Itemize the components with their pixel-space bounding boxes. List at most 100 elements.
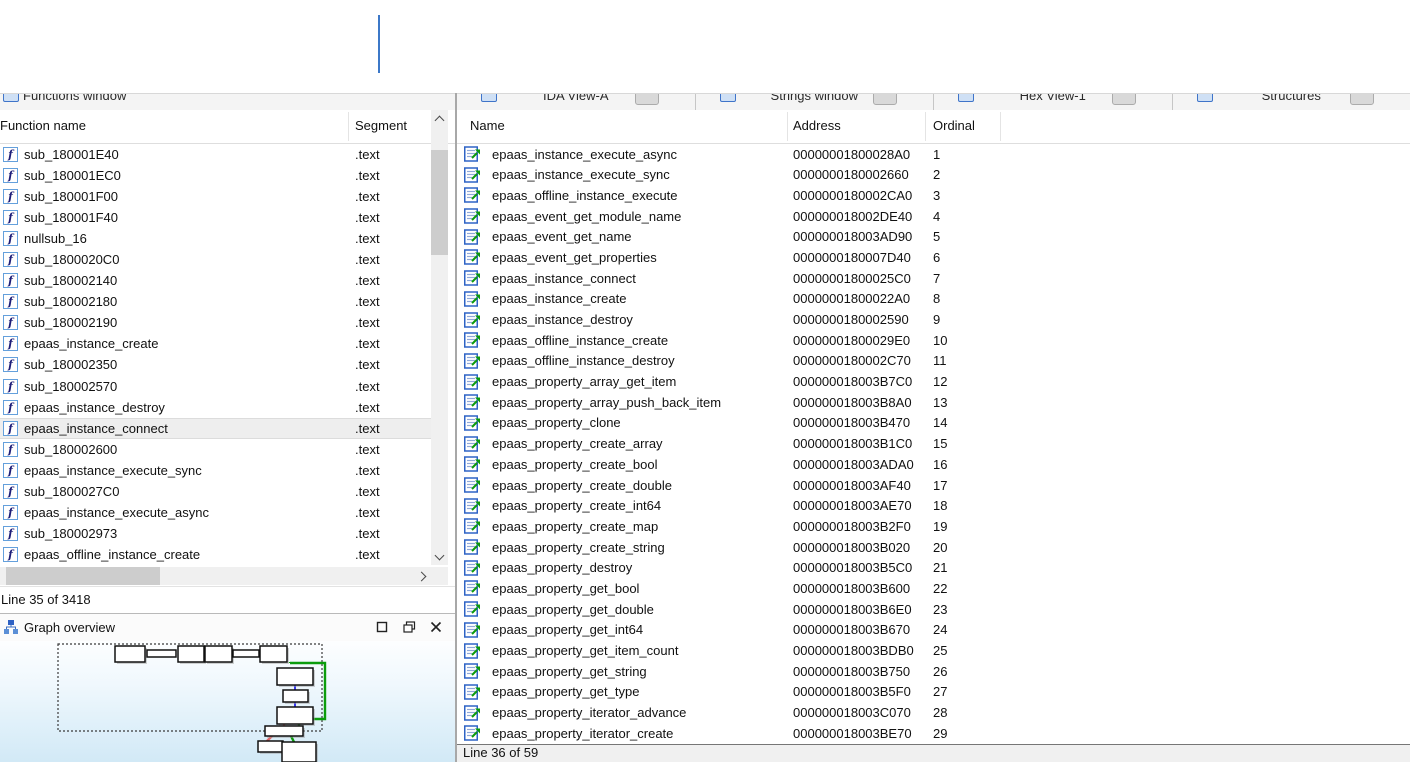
graph-overview-titlebar[interactable]: Graph overview (0, 613, 455, 641)
export-row[interactable]: epaas_property_iterator_advance 00000001… (457, 703, 1410, 724)
scroll-right-button[interactable] (414, 567, 431, 585)
vertical-scroll-thumb[interactable] (431, 150, 448, 255)
export-row[interactable]: epaas_property_get_item_count 0000000180… (457, 641, 1410, 662)
function-row[interactable]: f sub_180001F40 .text (0, 207, 431, 228)
function-row[interactable]: f epaas_instance_create .text (0, 333, 431, 354)
export-address: 0000000180007D40 (793, 250, 911, 265)
export-row[interactable]: epaas_property_create_int64 000000018003… (457, 496, 1410, 517)
function-row[interactable]: f sub_180001F00 .text (0, 186, 431, 207)
function-row[interactable]: f sub_1800027C0 .text (0, 481, 431, 502)
export-address: 000000018003B750 (793, 664, 910, 679)
functions-panel: Function name Segment f sub_180001E40 .t… (0, 110, 455, 586)
export-name: epaas_property_get_type (492, 684, 639, 699)
export-row[interactable]: epaas_property_create_string 00000001800… (457, 537, 1410, 558)
column-separator[interactable] (787, 112, 788, 141)
horizontal-scroll-thumb[interactable] (6, 567, 160, 585)
export-row[interactable]: epaas_property_create_map 000000018003B2… (457, 516, 1410, 537)
view-caption[interactable]: Structures (1173, 94, 1410, 110)
functions-horizontal-scrollbar[interactable] (0, 567, 431, 585)
export-ordinal: 23 (933, 602, 947, 617)
function-row[interactable]: f sub_180002973 .text (0, 523, 431, 544)
scroll-down-button[interactable] (431, 548, 448, 565)
export-row[interactable]: epaas_property_destroy 000000018003B5C0 … (457, 558, 1410, 579)
export-row[interactable]: epaas_property_array_push_back_item 0000… (457, 392, 1410, 413)
function-row[interactable]: f epaas_instance_execute_sync .text (0, 460, 431, 481)
function-row[interactable]: f sub_180002190 .text (0, 312, 431, 333)
column-header-ordinal[interactable]: Ordinal (933, 118, 975, 133)
function-row[interactable]: f epaas_instance_connect .text (0, 418, 431, 439)
export-icon (464, 498, 481, 514)
caption-menu-button[interactable] (635, 94, 659, 105)
export-ordinal: 27 (933, 684, 947, 699)
function-row[interactable]: f epaas_offline_instance_create .text (0, 544, 431, 565)
caption-label: Strings window (771, 94, 858, 103)
restore-float-button[interactable] (401, 619, 417, 635)
functions-vertical-scrollbar[interactable] (431, 110, 448, 565)
export-row[interactable]: epaas_property_get_string 000000018003B7… (457, 661, 1410, 682)
function-row[interactable]: f epaas_instance_execute_async .text (0, 502, 431, 523)
export-row[interactable]: epaas_event_get_module_name 000000018002… (457, 206, 1410, 227)
export-row[interactable]: epaas_instance_create 00000001800022A0 8 (457, 289, 1410, 310)
export-row[interactable]: epaas_property_get_type 000000018003B5F0… (457, 682, 1410, 703)
view-caption[interactable]: Hex View-1 (934, 94, 1173, 110)
export-row[interactable]: epaas_offline_instance_execute 000000018… (457, 185, 1410, 206)
column-separator[interactable] (348, 112, 349, 141)
maximize-button[interactable] (374, 619, 390, 635)
export-row[interactable]: epaas_instance_connect 00000001800025C0 … (457, 268, 1410, 289)
export-row[interactable]: epaas_instance_execute_sync 000000018000… (457, 165, 1410, 186)
function-row[interactable]: f epaas_instance_destroy .text (0, 397, 431, 418)
export-row[interactable]: epaas_property_get_int64 000000018003B67… (457, 620, 1410, 641)
function-row[interactable]: f sub_180002140 .text (0, 270, 431, 291)
export-row[interactable]: epaas_property_array_get_item 0000000180… (457, 372, 1410, 393)
function-name: epaas_instance_connect (24, 421, 168, 436)
export-row[interactable]: epaas_offline_instance_create 0000000180… (457, 330, 1410, 351)
function-name: sub_180002570 (24, 379, 117, 394)
caption-menu-button[interactable] (873, 94, 897, 105)
scrollbar-corner (431, 567, 448, 585)
column-separator[interactable] (1000, 112, 1001, 141)
caption-menu-button[interactable] (1350, 94, 1374, 105)
column-separator[interactable] (925, 112, 926, 141)
function-segment: .text (355, 336, 380, 351)
function-row[interactable]: f sub_180002570 .text (0, 376, 431, 397)
close-icon[interactable] (428, 619, 444, 635)
export-row[interactable]: epaas_property_get_bool 000000018003B600… (457, 578, 1410, 599)
function-segment: .text (355, 442, 380, 457)
export-row[interactable]: epaas_event_get_name 000000018003AD90 5 (457, 227, 1410, 248)
export-row[interactable]: epaas_property_create_bool 000000018003A… (457, 454, 1410, 475)
export-row[interactable]: epaas_instance_destroy 0000000180002590 … (457, 310, 1410, 331)
function-row[interactable]: f sub_180001E40 .text (0, 144, 431, 165)
view-caption[interactable]: IDA View-A (457, 94, 696, 110)
view-caption[interactable]: Strings window (696, 94, 935, 110)
export-name: epaas_event_get_module_name (492, 209, 681, 224)
window-icon (481, 94, 497, 102)
column-header-function-name[interactable]: Function name (0, 118, 86, 133)
function-row[interactable]: f sub_1800020C0 .text (0, 249, 431, 270)
export-row[interactable]: epaas_event_get_properties 0000000180007… (457, 247, 1410, 268)
export-ordinal: 10 (933, 333, 947, 348)
export-row[interactable]: epaas_offline_instance_destroy 000000018… (457, 351, 1410, 372)
scroll-up-button[interactable] (431, 110, 448, 127)
function-row[interactable]: f sub_180002180 .text (0, 291, 431, 312)
function-row[interactable]: f sub_180002600 .text (0, 439, 431, 460)
function-name: sub_180002600 (24, 442, 117, 457)
export-row[interactable]: epaas_property_create_array 000000018003… (457, 434, 1410, 455)
export-name: epaas_property_destroy (492, 560, 632, 575)
function-icon: f (3, 379, 18, 394)
export-row[interactable]: epaas_property_clone 000000018003B470 14 (457, 413, 1410, 434)
function-row[interactable]: f sub_180001EC0 .text (0, 165, 431, 186)
export-row[interactable]: epaas_instance_execute_async 00000001800… (457, 144, 1410, 165)
function-row[interactable]: f nullsub_16 .text (0, 228, 431, 249)
column-header-name[interactable]: Name (470, 118, 505, 133)
export-row[interactable]: epaas_property_iterator_create 000000018… (457, 723, 1410, 744)
export-row[interactable]: epaas_property_get_double 000000018003B6… (457, 599, 1410, 620)
function-icon: f (3, 315, 18, 330)
function-name: sub_180002180 (24, 294, 117, 309)
function-row[interactable]: f sub_180002350 .text (0, 354, 431, 375)
export-row[interactable]: epaas_property_create_double 00000001800… (457, 475, 1410, 496)
graph-overview-canvas[interactable] (0, 641, 455, 762)
functions-window-caption[interactable]: Functions window (0, 94, 455, 110)
column-header-address[interactable]: Address (793, 118, 841, 133)
caption-menu-button[interactable] (1112, 94, 1136, 105)
column-header-segment[interactable]: Segment (355, 118, 407, 133)
